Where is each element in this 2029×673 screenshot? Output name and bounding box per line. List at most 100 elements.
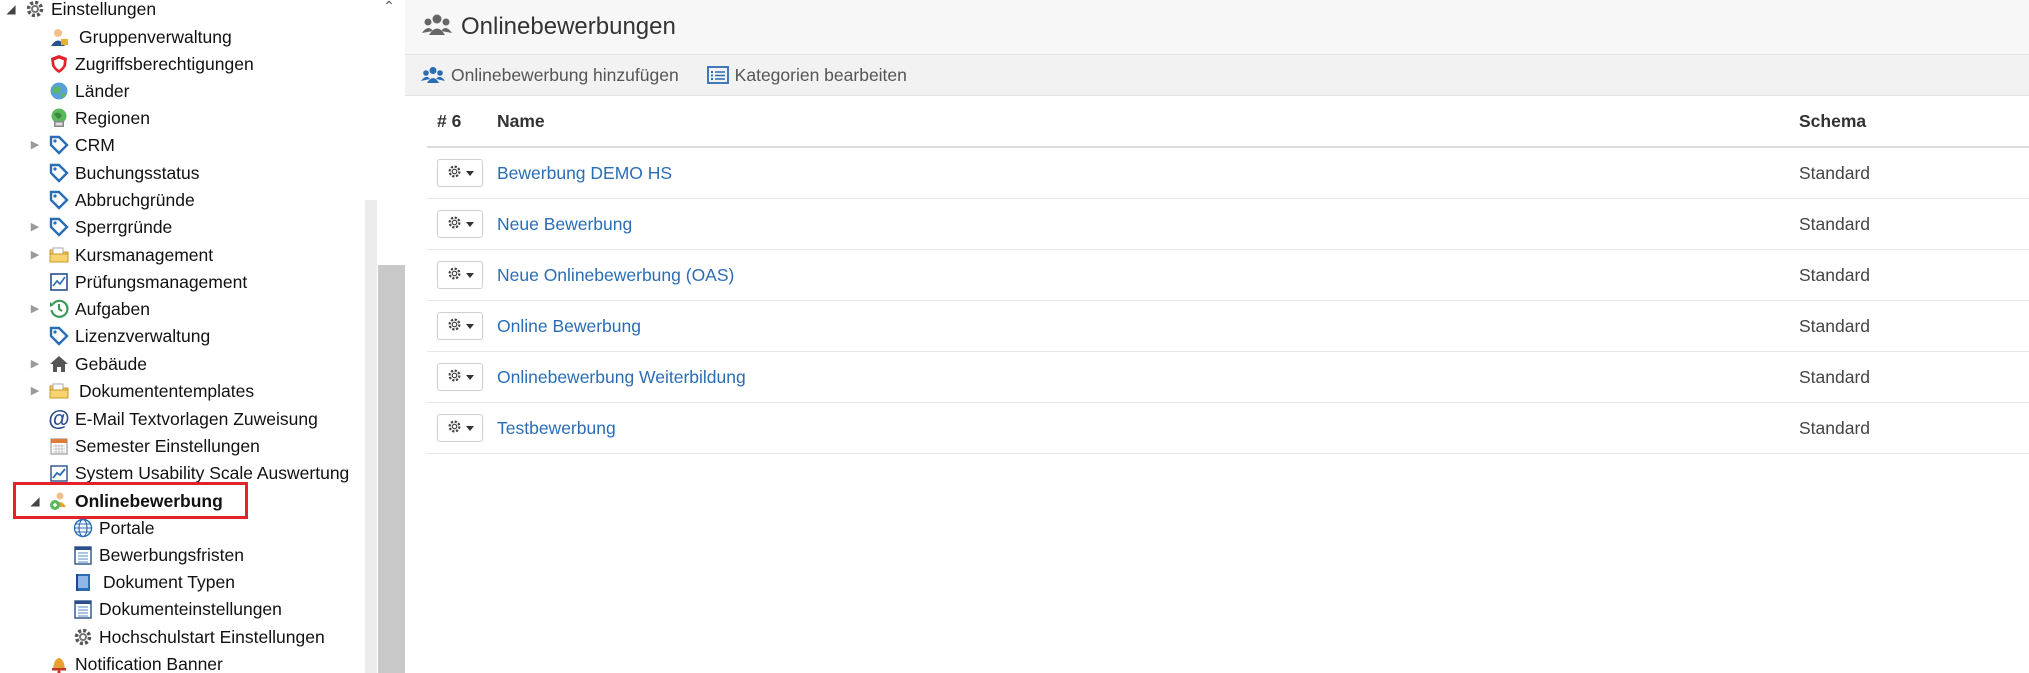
tree-item-notification-banner[interactable]: Notification Banner — [48, 651, 223, 673]
table-row: Bewerbung DEMO HS Standard — [427, 148, 2029, 199]
caret-down-icon — [465, 425, 474, 431]
tree-item-einstellungen[interactable]: ◢ Einstellungen — [4, 0, 156, 22]
tree-item-hochschulstart[interactable]: Hochschulstart Einstellungen — [72, 624, 325, 650]
tree-item-portale[interactable]: Portale — [72, 515, 154, 541]
schema-cell: Standard — [1799, 264, 1871, 285]
tree-item-email-textvorlagen[interactable]: @ E-Mail Textvorlagen Zuweisung — [48, 406, 318, 432]
tree-item-semester-einstellungen[interactable]: Semester Einstellungen — [48, 433, 260, 459]
row-actions-button[interactable] — [437, 363, 483, 391]
history-icon — [48, 298, 70, 320]
table-row: Neue Bewerbung Standard — [427, 199, 2029, 250]
table-row: Testbewerbung Standard — [427, 403, 2029, 454]
tree-item-label: Regionen — [75, 108, 150, 128]
line-chart-icon — [48, 462, 70, 484]
page-title: Onlinebewerbungen — [461, 13, 676, 40]
caret-down-icon — [465, 221, 474, 227]
globe-region-icon — [48, 107, 70, 129]
add-onlinebewerbung-label: Onlinebewerbung hinzufügen — [451, 64, 679, 85]
globe-grid-icon — [72, 517, 94, 539]
collapse-up-icon[interactable]: ⌃ — [381, 0, 397, 14]
edit-categories-button[interactable]: Kategorien bearbeiten — [706, 64, 907, 86]
scrollbar-thumb[interactable] — [378, 265, 405, 673]
user-group-icon — [48, 26, 70, 48]
application-link[interactable]: Testbewerbung — [497, 418, 616, 438]
tree-item-dokumenteinstellungen[interactable]: Dokumenteinstellungen — [72, 596, 282, 622]
tree-item-label: Gebäude — [75, 354, 148, 374]
collapsed-triangle-icon[interactable]: ▶ — [28, 378, 42, 404]
tree-item-label: Sperrgründe — [75, 217, 173, 237]
collapsed-triangle-icon[interactable]: ▶ — [28, 214, 42, 240]
application-link[interactable]: Bewerbung DEMO HS — [497, 163, 672, 183]
users-add-icon — [421, 66, 445, 84]
tree-item-label: Länder — [75, 81, 130, 101]
tree-item-gebaeude[interactable]: ▶ Gebäude — [28, 351, 147, 377]
tree-item-bewerbungsfristen[interactable]: Bewerbungsfristen — [72, 542, 244, 568]
gear-icon — [447, 265, 462, 286]
tree-item-dokument-typen[interactable]: Dokument Typen — [72, 569, 235, 595]
row-actions-button[interactable] — [437, 312, 483, 340]
tree-item-label: Dokumententemplates — [79, 381, 255, 401]
tree-item-pruefungsmanagement[interactable]: Prüfungsmanagement — [48, 269, 247, 295]
gear-icon — [447, 163, 462, 184]
gear-icon — [72, 626, 94, 648]
schema-header[interactable]: Schema — [1799, 111, 2019, 132]
tree-item-label: Prüfungsmanagement — [75, 272, 248, 292]
application-link[interactable]: Neue Onlinebewerbung (OAS) — [497, 265, 734, 285]
collapsed-triangle-icon[interactable]: ▶ — [28, 296, 42, 322]
collapsed-triangle-icon[interactable]: ▶ — [28, 242, 42, 268]
tag-icon — [48, 325, 70, 347]
list-doc-icon — [72, 544, 94, 566]
table-row: Neue Onlinebewerbung (OAS) Standard — [427, 250, 2029, 301]
tag-icon — [48, 134, 70, 156]
tree-item-label: Dokument Typen — [103, 572, 235, 592]
add-onlinebewerbung-button[interactable]: Onlinebewerbung hinzufügen — [421, 65, 679, 86]
scrollbar-track[interactable] — [365, 200, 377, 673]
tree-item-label: Portale — [99, 518, 155, 538]
tree-item-label: Semester Einstellungen — [75, 436, 260, 456]
schema-cell: Standard — [1799, 366, 1871, 387]
tree-item-dokumententemplates[interactable]: ▶ Dokumententemplates — [28, 378, 254, 404]
house-icon — [48, 353, 70, 375]
tree-item-gruppenverwaltung[interactable]: Gruppenverwaltung — [48, 24, 232, 50]
schema-cell: Standard — [1799, 417, 1871, 438]
collapsed-triangle-icon[interactable]: ▶ — [28, 132, 42, 158]
collapsed-triangle-icon[interactable]: ▶ — [28, 351, 42, 377]
tree-item-regionen[interactable]: Regionen — [48, 105, 150, 131]
tree-item-kursmanagement[interactable]: ▶ Kursmanagement — [28, 242, 213, 268]
at-icon: @ — [48, 406, 70, 431]
application-link[interactable]: Onlinebewerbung Weiterbildung — [497, 367, 746, 387]
tree-item-label: Bewerbungsfristen — [99, 545, 244, 565]
tree-item-buchungsstatus[interactable]: Buchungsstatus — [48, 160, 200, 186]
shield-icon — [48, 53, 70, 75]
caret-down-icon — [465, 170, 474, 176]
list-doc-icon — [72, 598, 94, 620]
tree-item-lizenzverwaltung[interactable]: Lizenzverwaltung — [48, 323, 210, 349]
row-actions-button[interactable] — [437, 159, 483, 187]
chart-doc-icon — [48, 271, 70, 293]
edit-categories-label: Kategorien bearbeiten — [734, 64, 907, 85]
caret-down-icon — [465, 323, 474, 329]
tree-item-zugriffsberechtigungen[interactable]: Zugriffsberechtigungen — [48, 51, 254, 77]
tree-item-sperrgruende[interactable]: ▶ Sperrgründe — [28, 214, 173, 240]
expanded-triangle-icon[interactable]: ◢ — [4, 0, 18, 22]
application-link[interactable]: Neue Bewerbung — [497, 214, 632, 234]
table-header: # 6 Name Schema — [427, 96, 2029, 148]
tree-item-crm[interactable]: ▶ CRM — [28, 132, 115, 158]
tree-item-laender[interactable]: Länder — [48, 78, 130, 104]
caret-down-icon — [465, 374, 474, 380]
application-link[interactable]: Online Bewerbung — [497, 316, 641, 336]
row-actions-button[interactable] — [437, 210, 483, 238]
applications-table: # 6 Name Schema Bewerbung DEMO HS Standa… — [427, 96, 2029, 454]
row-actions-button[interactable] — [437, 261, 483, 289]
gear-icon — [24, 0, 46, 20]
tree-item-abbruchgruende[interactable]: Abbruchgründe — [48, 187, 195, 213]
row-actions-button[interactable] — [437, 414, 483, 442]
schema-cell: Standard — [1799, 213, 1871, 234]
name-header[interactable]: Name — [497, 111, 1799, 132]
main-panel: Onlinebewerbungen Onlinebewerbung hinzuf… — [405, 0, 2029, 673]
tree-item-label: Einstellungen — [51, 0, 157, 19]
calendar-icon — [48, 435, 70, 457]
tree-item-aufgaben[interactable]: ▶ Aufgaben — [28, 296, 150, 322]
bell-icon — [48, 653, 70, 673]
tree-item-label: E-Mail Textvorlagen Zuweisung — [75, 409, 318, 429]
